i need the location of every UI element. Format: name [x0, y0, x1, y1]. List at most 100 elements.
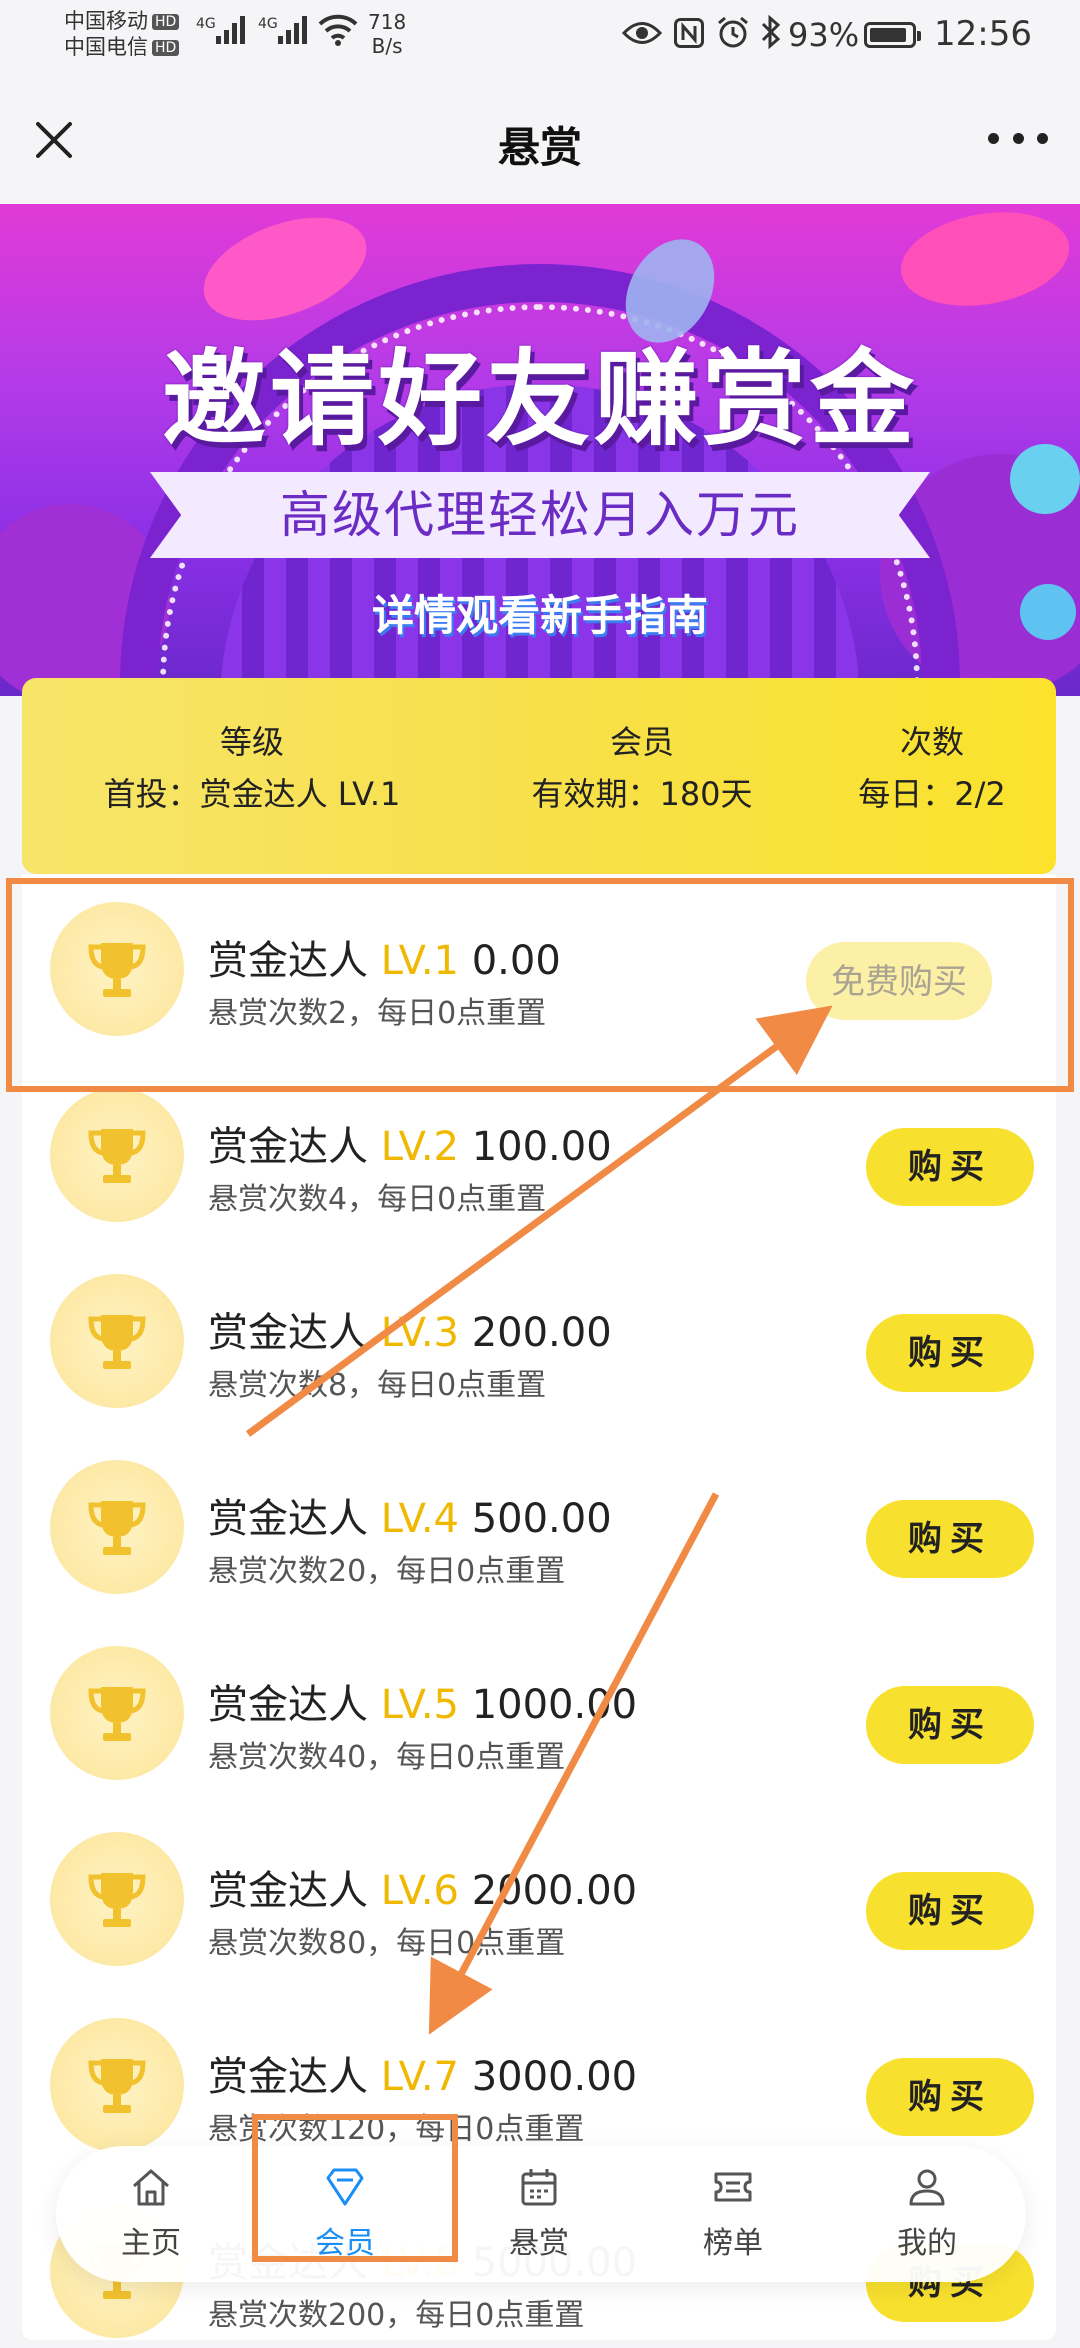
signal-icon: 4G [196, 16, 246, 49]
buy-button[interactable]: 购买 [866, 1314, 1034, 1392]
level-price: 200.00 [458, 1310, 612, 1356]
level-title: 赏金达人 LV.3 200.00 [208, 1300, 612, 1358]
trophy-icon [50, 2018, 184, 2152]
buy-button[interactable]: 购买 [866, 1500, 1034, 1578]
more-options-icon[interactable] [988, 128, 1048, 148]
level-list-item: 赏金达人 LV.5 1000.00 悬赏次数40，每日0点重置 购买 [22, 1604, 1056, 1790]
annotation-highlight-member-tab [252, 2114, 458, 2262]
banner-title: 邀请好友赚赏金 [161, 338, 918, 460]
tab-label: 悬赏 [509, 2226, 569, 2261]
member-header: 会员 [609, 723, 674, 761]
buy-button[interactable]: 购买 [866, 2058, 1034, 2136]
level-description: 悬赏次数200，每日0点重置 [208, 2298, 585, 2333]
level-title: 赏金达人 LV.2 100.00 [208, 1114, 612, 1172]
level-price: 100.00 [458, 1124, 612, 1170]
level-price: 2000.00 [458, 1868, 638, 1914]
membership-summary-card: 等级 首投：赏金达人 LV.1 会员 有效期：180天 次数 每日：2/2 [22, 678, 1056, 874]
trophy-icon [50, 1088, 184, 1222]
hd-badge: HD [152, 40, 180, 56]
ribbon-text: 高级代理轻松月入万元 [280, 486, 800, 544]
tab-bounty[interactable]: 悬赏 [474, 2164, 604, 2262]
banner-ribbon: 高级代理轻松月入万元 [150, 472, 930, 558]
hd-badge: HD [152, 14, 180, 30]
count-value: 每日：2/2 [858, 775, 1006, 813]
level-title: 赏金达人 LV.7 3000.00 [208, 2044, 637, 2102]
level-price: 500.00 [458, 1496, 612, 1542]
level-tag: LV.6 [380, 1868, 459, 1914]
level-name: 赏金达人 [208, 1868, 381, 1914]
level-list-item: 赏金达人 LV.7 3000.00 悬赏次数120，每日0点重置 购买 [22, 1976, 1056, 2162]
level-name: 赏金达人 [208, 1310, 381, 1356]
level-list-item: 赏金达人 LV.3 200.00 悬赏次数8，每日0点重置 购买 [22, 1232, 1056, 1418]
tab-label: 我的 [897, 2226, 957, 2261]
trophy-icon [50, 1274, 184, 1408]
banner-subtitle[interactable]: 详情观看新手指南 [0, 582, 1080, 643]
net-type-2: 4G [258, 16, 278, 32]
buy-button[interactable]: 购买 [866, 1128, 1034, 1206]
ticket-icon [714, 2172, 752, 2202]
speed-value: 718 [368, 10, 407, 34]
level-description: 悬赏次数8，每日0点重置 [208, 1368, 547, 1403]
carrier-1: 中国移动 [64, 9, 148, 33]
carrier-2: 中国电信 [64, 35, 148, 59]
trophy-icon [50, 1832, 184, 1966]
battery-percent: 93% [788, 16, 860, 54]
tab-home[interactable]: 主页 [86, 2164, 216, 2262]
speed-unit: B/s [371, 34, 403, 58]
trophy-icon [50, 1460, 184, 1594]
level-name: 赏金达人 [208, 1496, 381, 1542]
level-name: 赏金达人 [208, 1124, 381, 1170]
bottom-tab-bar: 主页 会员 悬赏 榜单 我的 [56, 2146, 1026, 2282]
level-title: 赏金达人 LV.6 2000.00 [208, 1858, 637, 1916]
count-header: 次数 [899, 723, 964, 761]
buy-button[interactable]: 购买 [866, 1872, 1034, 1950]
tab-profile[interactable]: 我的 [862, 2164, 992, 2262]
tab-label: 主页 [121, 2226, 181, 2261]
level-list-item: 赏金达人 LV.4 500.00 悬赏次数20，每日0点重置 购买 [22, 1418, 1056, 1604]
user-icon [909, 2169, 945, 2206]
level-tag: LV.7 [380, 2054, 459, 2100]
signal-icon: 4G [258, 16, 308, 49]
level-tag: LV.3 [380, 1310, 459, 1356]
level-price: 1000.00 [458, 1682, 638, 1728]
level-tag: LV.2 [380, 1124, 459, 1170]
member-column: 会员 有效期：180天 [492, 716, 792, 820]
status-bar: 中国移动 HD 中国电信 HD 4G 4G 718 B/s 93% 12:56 [0, 0, 1080, 72]
promo-banner[interactable]: 邀请好友赚赏金 高级代理轻松月入万元 详情观看新手指南 [0, 204, 1080, 696]
decor-balloon [893, 204, 1077, 319]
tab-ranking[interactable]: 榜单 [668, 2164, 798, 2262]
level-list: 赏金达人 LV.1 0.00 悬赏次数2，每日0点重置 免费购买 赏金达人 LV… [22, 874, 1056, 2340]
annotation-highlight-lv1 [6, 878, 1074, 1092]
level-name: 赏金达人 [208, 2054, 381, 2100]
bluetooth-icon [760, 14, 782, 55]
member-value: 有效期：180天 [531, 775, 753, 813]
level-description: 悬赏次数40，每日0点重置 [208, 1740, 566, 1775]
level-tag: LV.4 [380, 1496, 459, 1542]
level-tag: LV.5 [380, 1682, 459, 1728]
clock: 12:56 [934, 14, 1032, 54]
net-type-1: 4G [196, 16, 216, 32]
buy-button[interactable]: 购买 [866, 1686, 1034, 1764]
eye-icon [621, 20, 663, 51]
level-title: 赏金达人 LV.4 500.00 [208, 1486, 612, 1544]
level-title: 赏金达人 LV.5 1000.00 [208, 1672, 637, 1730]
nav-bar: 悬赏 [0, 72, 1080, 204]
nfc-icon [674, 18, 704, 53]
battery-icon [864, 22, 921, 48]
level-description: 悬赏次数80，每日0点重置 [208, 1926, 566, 1961]
level-description: 悬赏次数4，每日0点重置 [208, 1182, 547, 1217]
wifi-icon [318, 14, 358, 51]
level-header: 等级 [219, 723, 284, 761]
count-column: 次数 每日：2/2 [822, 716, 1042, 820]
trophy-icon [50, 1646, 184, 1780]
calendar-icon [521, 2169, 557, 2206]
level-value: 首投：赏金达人 LV.1 [103, 775, 401, 813]
carrier-info: 中国移动 HD 中国电信 HD [64, 8, 180, 60]
level-column: 等级 首投：赏金达人 LV.1 [62, 716, 442, 820]
page-title: 悬赏 [497, 123, 582, 172]
level-list-item: 赏金达人 LV.6 2000.00 悬赏次数80，每日0点重置 购买 [22, 1790, 1056, 1976]
network-speed: 718 B/s [368, 10, 406, 58]
level-name: 赏金达人 [208, 1682, 381, 1728]
alarm-icon [716, 16, 750, 55]
home-icon [133, 2169, 169, 2206]
